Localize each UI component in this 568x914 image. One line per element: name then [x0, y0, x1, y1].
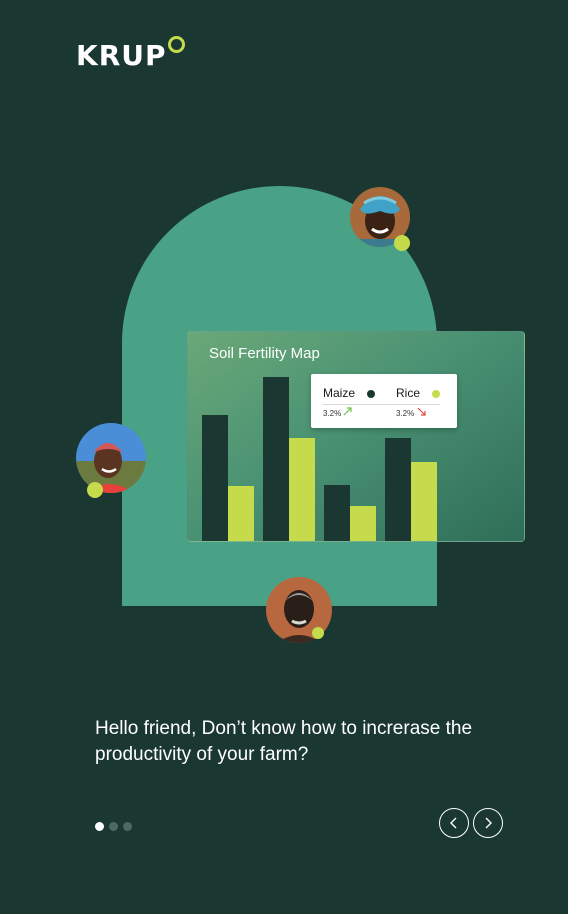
- pagination-dots: [95, 822, 132, 831]
- legend-swatch-maize: [367, 390, 375, 398]
- bar-maize-3: [324, 485, 350, 541]
- bar-rice-2: [289, 438, 315, 541]
- pagination-dot-2[interactable]: [109, 822, 118, 831]
- logo-wordmark: KRUP: [76, 39, 167, 72]
- bar-rice-3: [350, 506, 376, 541]
- legend-change-maize: 3.2%: [323, 409, 342, 418]
- bar-rice-1: [228, 486, 254, 541]
- legend-swatch-rice: [432, 390, 440, 398]
- legend-change-rice: 3.2%: [396, 409, 415, 418]
- trend-down-arrow-icon: [417, 407, 427, 419]
- online-status-dot: [394, 235, 410, 251]
- online-status-dot: [87, 482, 103, 498]
- pagination-dot-3[interactable]: [123, 822, 132, 831]
- chevron-left-icon: [450, 817, 457, 829]
- previous-button[interactable]: [439, 808, 469, 838]
- chevron-right-icon: [485, 817, 492, 829]
- soil-fertility-chart-card: Soil Fertility Map: [187, 331, 525, 542]
- legend-divider: [322, 404, 440, 405]
- trend-up-arrow-icon: [343, 407, 353, 419]
- legend-label-maize: Maize: [323, 386, 356, 400]
- pagination-dot-1[interactable]: [95, 822, 104, 831]
- next-button[interactable]: [473, 808, 503, 838]
- onboarding-headline: Hello friend, Don’t know how to increras…: [95, 718, 473, 765]
- farmer-avatar-left: [76, 423, 146, 493]
- bar-rice-4: [411, 462, 437, 541]
- chart-legend: Maize Rice 3.2% 3.2%: [311, 374, 457, 428]
- legend-label-rice: Rice: [396, 386, 421, 400]
- chart-title: Soil Fertility Map: [209, 345, 320, 362]
- bar-maize-4: [385, 438, 411, 541]
- krup-logo: KRUP: [76, 36, 185, 70]
- online-status-dot: [312, 627, 324, 639]
- bar-maize-1: [202, 415, 228, 541]
- logo-ring-icon: [167, 36, 185, 53]
- bar-maize-2: [263, 377, 289, 541]
- bar-chart: [202, 377, 437, 541]
